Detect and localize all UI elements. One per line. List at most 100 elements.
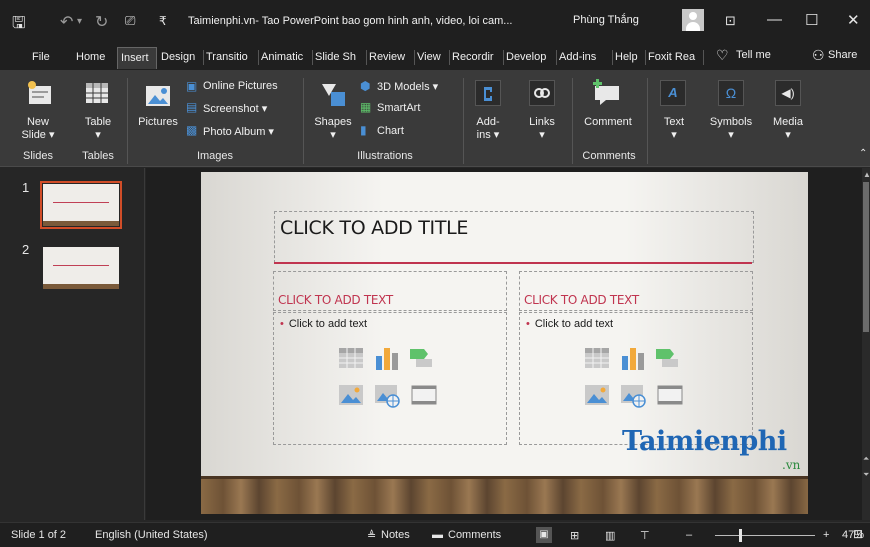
symbols-button[interactable]: Symbols ▾ bbox=[703, 116, 759, 142]
insert-smartart-icon-right[interactable] bbox=[654, 347, 680, 372]
tab-add-ins[interactable]: Add-ins bbox=[556, 47, 611, 69]
right-heading-placeholder[interactable]: CLICK TO ADD TEXT bbox=[519, 271, 753, 311]
screenshot-button[interactable]: Screenshot ▾ bbox=[203, 102, 267, 115]
language-indicator[interactable]: English (United States) bbox=[95, 529, 208, 541]
photo-album-icon: ▩ bbox=[186, 123, 198, 137]
normal-view-icon[interactable]: ▣ bbox=[536, 527, 552, 543]
slide-sorter-view-icon[interactable]: ⊞ bbox=[570, 529, 579, 542]
fit-to-window-icon[interactable]: ⊡ bbox=[853, 527, 863, 541]
next-slide-icon[interactable]: ⏷ bbox=[863, 470, 869, 480]
zoom-slider-knob[interactable] bbox=[739, 529, 742, 542]
tab-foxit-reader[interactable]: Foxit Rea bbox=[645, 47, 702, 69]
left-heading-placeholder[interactable]: CLICK TO ADD TEXT bbox=[273, 271, 507, 311]
notes-button[interactable]: Notes bbox=[381, 529, 410, 541]
insert-picture-icon[interactable] bbox=[338, 382, 364, 411]
tab-file[interactable]: File bbox=[29, 47, 55, 69]
slide-thumbnail-1[interactable] bbox=[40, 181, 122, 229]
media-button[interactable]: Media ▾ bbox=[768, 116, 808, 142]
zoom-out-icon[interactable]: – bbox=[686, 529, 692, 541]
chart-button[interactable]: Chart bbox=[377, 125, 404, 137]
add-ins-button[interactable]: Add- ins ▾ bbox=[468, 116, 508, 142]
tab-view[interactable]: View bbox=[414, 47, 448, 69]
links-icon[interactable] bbox=[529, 80, 555, 106]
title-placeholder[interactable]: CLICK TO ADD TITLE bbox=[274, 211, 754, 263]
tab-help[interactable]: Help bbox=[612, 47, 645, 69]
zoom-in-icon[interactable]: + bbox=[823, 529, 829, 541]
tab-animations[interactable]: Animatic bbox=[258, 47, 312, 69]
text-button[interactable]: Text ▾ bbox=[654, 116, 694, 142]
tab-home[interactable]: Home bbox=[73, 47, 113, 69]
reading-view-icon[interactable]: ▥ bbox=[605, 529, 615, 542]
comments-button[interactable]: Comments bbox=[448, 529, 501, 541]
new-slide-icon[interactable] bbox=[26, 80, 54, 109]
share-person-icon[interactable]: ⚇ bbox=[812, 47, 825, 64]
tab-insert[interactable]: Insert bbox=[117, 47, 157, 69]
omega-icon[interactable]: Ω bbox=[718, 80, 744, 106]
customize-toolbar-icon[interactable]: ₹ bbox=[159, 14, 167, 28]
previous-slide-icon[interactable]: ⏶ bbox=[863, 454, 869, 464]
right-bullet-text: • Click to add text bbox=[526, 318, 614, 330]
avatar[interactable] bbox=[682, 9, 704, 31]
text-box-icon[interactable]: A bbox=[660, 80, 686, 106]
lightbulb-icon[interactable]: ♡ bbox=[716, 47, 729, 64]
insert-video-icon-right[interactable] bbox=[657, 384, 683, 409]
slide-thumbnail-2[interactable] bbox=[43, 247, 119, 289]
pictures-icon[interactable] bbox=[144, 82, 172, 113]
left-bullet-text: • Click to add text bbox=[280, 318, 368, 330]
insert-chart-icon-right[interactable] bbox=[620, 346, 646, 373]
3d-models-button[interactable]: 3D Models ▾ bbox=[377, 80, 438, 93]
table-button[interactable]: Table ▾ bbox=[78, 116, 118, 142]
tab-transitions[interactable]: Transitio bbox=[203, 47, 258, 69]
speaker-icon[interactable]: ◀) bbox=[775, 80, 801, 106]
table-icon[interactable] bbox=[85, 82, 109, 107]
wood-floor-background bbox=[201, 476, 808, 514]
group-images: Images bbox=[196, 150, 234, 162]
online-pictures-button[interactable]: Online Pictures bbox=[203, 80, 278, 92]
comment-icon[interactable] bbox=[592, 78, 622, 109]
notes-icon[interactable]: ≜ bbox=[367, 529, 376, 542]
tab-recording[interactable]: Recordir bbox=[449, 47, 503, 69]
close-icon[interactable]: ✕ bbox=[847, 11, 860, 29]
tab-review[interactable]: Review bbox=[366, 47, 414, 69]
insert-online-picture-icon[interactable] bbox=[374, 382, 400, 411]
slide-show-view-icon[interactable]: ⊤ bbox=[640, 529, 650, 542]
insert-smartart-icon[interactable] bbox=[408, 347, 434, 372]
present-from-start-icon[interactable]: ⎚ bbox=[125, 13, 135, 29]
maximize-icon[interactable]: ☐ bbox=[805, 11, 818, 29]
left-content-placeholder[interactable]: • Click to add text bbox=[273, 312, 507, 445]
shapes-icon[interactable] bbox=[319, 80, 347, 113]
ribbon-display-options-icon[interactable]: ⊡ bbox=[725, 13, 736, 29]
redo-icon[interactable]: ↻ bbox=[95, 12, 108, 32]
group-slides: Slides bbox=[23, 150, 53, 162]
vertical-scrollbar[interactable] bbox=[862, 168, 870, 520]
comments-icon[interactable]: ▬ bbox=[432, 529, 443, 541]
tab-design[interactable]: Design bbox=[158, 47, 202, 69]
smartart-icon: ▦ bbox=[360, 100, 372, 114]
tab-developer[interactable]: Develop bbox=[503, 47, 556, 69]
tell-me-search[interactable]: Tell me bbox=[736, 49, 771, 61]
comment-button[interactable]: Comment bbox=[580, 116, 636, 129]
insert-chart-icon[interactable] bbox=[374, 346, 400, 373]
insert-video-icon[interactable] bbox=[411, 384, 437, 409]
user-name[interactable]: Phùng Thắng bbox=[573, 14, 639, 26]
links-button[interactable]: Links ▾ bbox=[522, 116, 562, 142]
save-icon[interactable]: 🖫 bbox=[12, 12, 26, 39]
insert-picture-icon-right[interactable] bbox=[584, 382, 610, 411]
pictures-button[interactable]: Pictures bbox=[136, 116, 180, 129]
shapes-button[interactable]: Shapes ▾ bbox=[311, 116, 355, 142]
undo-dropdown-icon[interactable]: ▾ bbox=[77, 16, 82, 27]
collapse-ribbon-icon[interactable]: ⌃ bbox=[859, 148, 867, 159]
add-ins-icon[interactable] bbox=[475, 80, 501, 106]
insert-table-icon-right[interactable] bbox=[584, 347, 610, 372]
scroll-up-icon[interactable]: ▲ bbox=[863, 170, 870, 179]
zoom-slider[interactable] bbox=[715, 535, 815, 536]
undo-icon[interactable]: ↶ bbox=[60, 12, 73, 32]
share-button[interactable]: Share bbox=[828, 49, 857, 61]
tab-slide-show[interactable]: Slide Sh bbox=[312, 47, 365, 69]
smartart-button[interactable]: SmartArt bbox=[377, 102, 420, 114]
photo-album-button[interactable]: Photo Album ▾ bbox=[203, 125, 274, 138]
minimize-icon[interactable]: — bbox=[767, 11, 782, 28]
new-slide-button[interactable]: New Slide ▾ bbox=[18, 116, 58, 142]
insert-online-picture-icon-right[interactable] bbox=[620, 382, 646, 411]
insert-table-icon[interactable] bbox=[338, 347, 364, 372]
